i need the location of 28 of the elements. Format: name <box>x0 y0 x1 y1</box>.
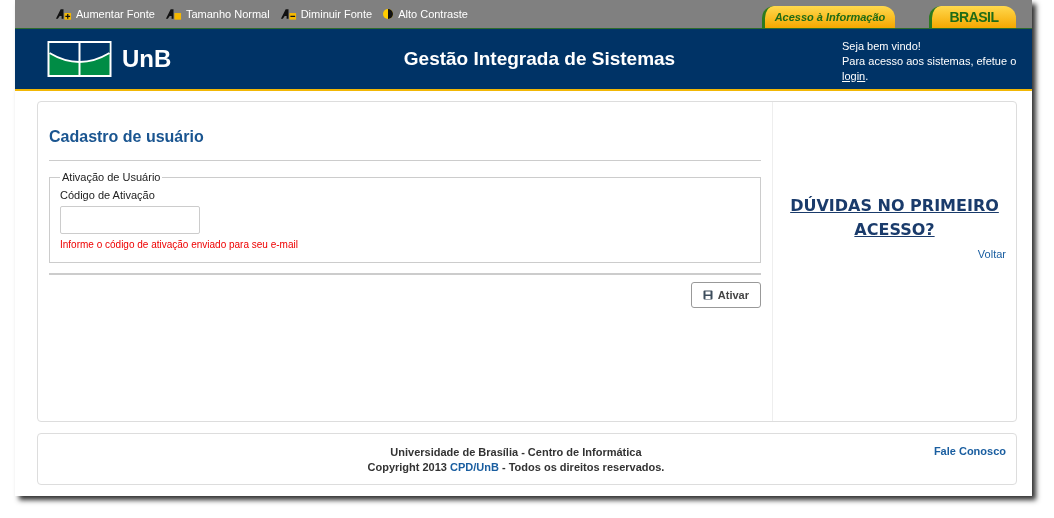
logo-text: UnB <box>122 45 172 73</box>
logo-icon <box>47 41 112 77</box>
accessibility-link[interactable]: Alto Contraste <box>382 8 468 20</box>
accessibility-link[interactable]: Tamanho Normal <box>164 8 270 20</box>
cpd-link[interactable]: CPD/UnB <box>450 461 499 473</box>
top-tab-link[interactable]: Acesso à Informação <box>762 6 895 28</box>
copyright-text: Copyright 2013 CPD/UnB - Todos os direitos reservados. <box>366 460 666 475</box>
back-link[interactable]: Voltar <box>977 248 1006 260</box>
font-increase-icon <box>55 8 72 20</box>
footer-text: Universidade de Brasília - Centro de Informática <box>389 445 643 460</box>
welcome-text: Seja bem vindo! <box>842 38 922 54</box>
font-decrease-icon <box>279 8 297 20</box>
accessibility-link[interactable]: Diminuir Fonte <box>279 8 373 20</box>
accessibility-link[interactable]: Aumentar Fonte <box>55 8 155 20</box>
contact-link[interactable]: Fale Conosco <box>933 434 1016 457</box>
field-label: Código de Ativação <box>60 189 156 201</box>
hint-text: Informe o código de ativação enviado para seu e-mail <box>60 239 299 250</box>
login-prompt: Para acesso aos sistemas, efetue o login. <box>842 53 1018 84</box>
top-tab-link[interactable]: BRASIL <box>929 6 1016 28</box>
page-title: Cadastro de usuário <box>49 128 205 146</box>
font-icon <box>164 8 182 20</box>
help-link[interactable]: DÚVIDAS NO PRIMEIRO ACESSO? <box>789 194 1000 242</box>
activate-button[interactable]: Ativar <box>690 282 761 308</box>
fieldset-legend: Ativação de Usuário <box>60 171 163 183</box>
save-icon <box>702 290 713 300</box>
header-title: Gestão Integrada de Sistemas <box>402 48 677 70</box>
contrast-icon <box>382 8 395 20</box>
activation-code-field[interactable] <box>60 206 200 234</box>
